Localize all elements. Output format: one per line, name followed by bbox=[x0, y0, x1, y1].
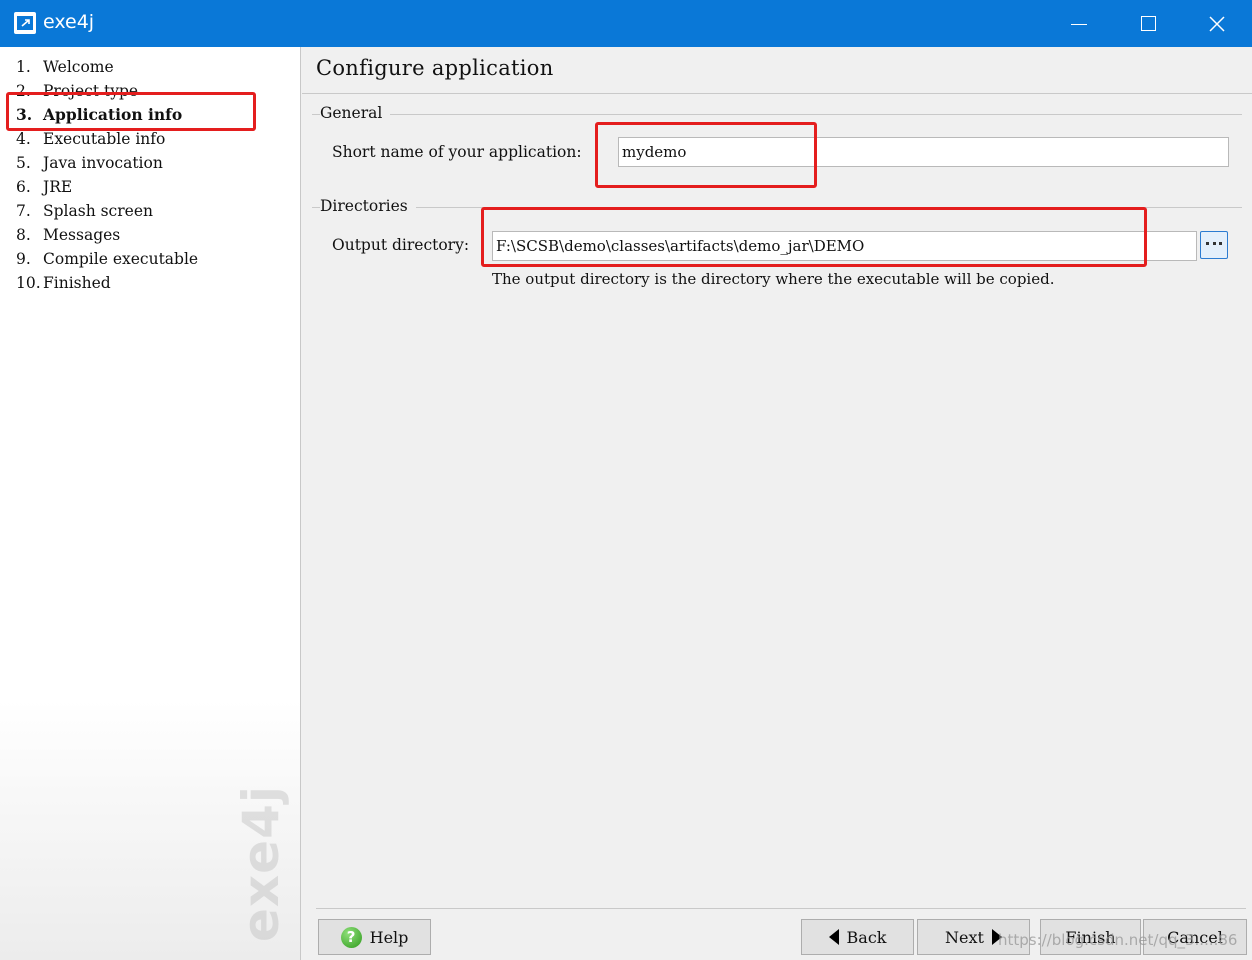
browse-directory-button[interactable] bbox=[1200, 231, 1228, 259]
page-title: Configure application bbox=[316, 56, 554, 80]
url-watermark: https://blog.csdn.net/qq_3.....86 bbox=[998, 931, 1238, 949]
close-icon[interactable] bbox=[1182, 0, 1252, 47]
ellipsis-icon bbox=[1206, 242, 1222, 246]
step-compile-executable[interactable]: 9. Compile executable bbox=[16, 249, 198, 273]
directories-section-label: Directories bbox=[320, 197, 416, 215]
step-splash-screen[interactable]: 7. Splash screen bbox=[16, 201, 198, 225]
app-icon bbox=[14, 12, 36, 34]
output-directory-hint: The output directory is the directory wh… bbox=[492, 270, 1055, 288]
content-panel: Configure application General Short name… bbox=[302, 47, 1252, 960]
arrow-left-icon bbox=[828, 929, 839, 945]
back-button[interactable]: Back bbox=[801, 919, 914, 955]
step-java-invocation[interactable]: 5. Java invocation bbox=[16, 153, 198, 177]
window-title: exe4j bbox=[43, 11, 95, 33]
footer-divider bbox=[316, 908, 1246, 909]
step-jre[interactable]: 6. JRE bbox=[16, 177, 198, 201]
short-name-label: Short name of your application: bbox=[332, 143, 582, 161]
step-welcome[interactable]: 1. Welcome bbox=[16, 57, 198, 81]
steps-sidebar: 1. Welcome 2. Project type 3. Application i… bbox=[0, 47, 301, 960]
help-icon: ? bbox=[340, 926, 362, 948]
title-bar: exe4j bbox=[0, 0, 1252, 47]
general-section-label: General bbox=[320, 104, 391, 122]
step-messages[interactable]: 8. Messages bbox=[16, 225, 198, 249]
step-project-type[interactable]: 2. Project type bbox=[16, 81, 198, 105]
title-divider bbox=[302, 93, 1252, 94]
minimize-icon[interactable] bbox=[1044, 0, 1114, 47]
output-directory-input[interactable]: F:\SCSB\demo\classes\artifacts\demo_jar\… bbox=[492, 231, 1197, 261]
output-directory-label: Output directory: bbox=[332, 236, 470, 254]
short-name-input[interactable]: mydemo bbox=[618, 137, 1229, 167]
step-executable-info[interactable]: 4. Executable info bbox=[16, 129, 198, 153]
exe4j-watermark: exe4j bbox=[232, 784, 290, 942]
help-button[interactable]: ? Help bbox=[318, 919, 431, 955]
step-finished[interactable]: 10. Finished bbox=[16, 273, 198, 297]
steps-list: 1. Welcome 2. Project type 3. Application i… bbox=[16, 57, 198, 297]
step-application-info[interactable]: 3. Application info bbox=[16, 105, 198, 129]
maximize-icon[interactable] bbox=[1113, 0, 1183, 47]
